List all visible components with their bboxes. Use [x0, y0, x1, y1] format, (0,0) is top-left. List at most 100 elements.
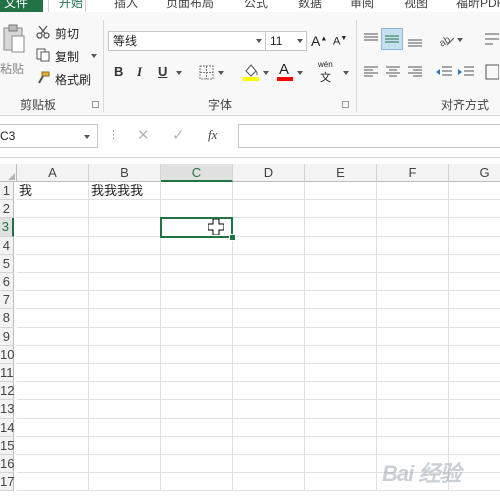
- row-header-13[interactable]: 13: [0, 400, 14, 419]
- cell-g14[interactable]: [449, 419, 500, 437]
- cell-e14[interactable]: [305, 418, 377, 437]
- cell-f13[interactable]: [377, 400, 449, 419]
- cell-f6[interactable]: [377, 273, 449, 292]
- fill-handle[interactable]: [229, 233, 236, 241]
- row-header-2[interactable]: 2: [0, 200, 14, 219]
- cell-g7[interactable]: [449, 291, 500, 310]
- cell-d12[interactable]: [233, 382, 305, 401]
- cell-c10[interactable]: [161, 345, 233, 364]
- cell-d17[interactable]: [233, 473, 305, 492]
- clipboard-launcher-icon[interactable]: [92, 101, 99, 108]
- cell-e13[interactable]: [305, 400, 377, 419]
- cell-f5[interactable]: [377, 254, 449, 273]
- cell-d3[interactable]: [233, 218, 305, 237]
- font-name-dropdown[interactable]: [253, 32, 265, 50]
- row-header-6[interactable]: 6: [0, 273, 14, 292]
- borders-dropdown-icon[interactable]: [218, 71, 224, 75]
- cell-c7[interactable]: [161, 291, 233, 310]
- tab-file[interactable]: 文件: [0, 0, 43, 12]
- orientation-icon[interactable]: ab: [437, 31, 455, 47]
- cell-a8[interactable]: [17, 309, 89, 328]
- cell-c2[interactable]: [161, 200, 233, 219]
- cell-g2[interactable]: [449, 200, 500, 219]
- cell-c13[interactable]: [161, 400, 233, 419]
- align-middle-button[interactable]: [381, 28, 403, 50]
- cell-c4[interactable]: [161, 236, 233, 255]
- cell-b3[interactable]: [89, 218, 161, 237]
- select-all-button[interactable]: [0, 164, 17, 182]
- cell-d8[interactable]: [233, 309, 305, 328]
- increase-font-size-button[interactable]: A▲: [310, 32, 328, 50]
- row-header-14[interactable]: 14: [0, 418, 14, 437]
- fill-color-dropdown-icon[interactable]: [263, 71, 269, 75]
- font-launcher-icon[interactable]: [342, 101, 349, 108]
- cell-c15[interactable]: [161, 436, 233, 455]
- cell-g6[interactable]: [449, 273, 500, 292]
- cell-a10[interactable]: [17, 345, 89, 364]
- font-size-select[interactable]: 11: [265, 31, 307, 51]
- cell-d13[interactable]: [233, 400, 305, 419]
- decrease-indent-icon[interactable]: [435, 65, 453, 79]
- align-left-icon[interactable]: [363, 66, 379, 78]
- phonetic-button[interactable]: wén 文: [316, 60, 342, 84]
- column-header-e[interactable]: E: [305, 164, 377, 182]
- cell-b2[interactable]: [89, 200, 161, 219]
- cell-c12[interactable]: [161, 382, 233, 401]
- cell-a16[interactable]: [17, 455, 89, 474]
- cell-d6[interactable]: [233, 273, 305, 292]
- font-name-select[interactable]: 等线: [108, 31, 266, 51]
- row-header-11[interactable]: 11: [0, 364, 14, 383]
- row-header-9[interactable]: 9: [0, 327, 14, 346]
- cell-b11[interactable]: [89, 364, 161, 383]
- underline-button[interactable]: U: [158, 64, 167, 79]
- cut-button[interactable]: 剪切: [36, 24, 96, 42]
- column-header-f[interactable]: F: [377, 164, 449, 182]
- row-header-10[interactable]: 10: [0, 345, 14, 364]
- cell-b12[interactable]: [89, 382, 161, 401]
- italic-button[interactable]: I: [137, 64, 142, 80]
- row-header-16[interactable]: 16: [0, 455, 14, 474]
- cell-f12[interactable]: [377, 382, 449, 401]
- decrease-font-size-button[interactable]: A▼: [332, 32, 350, 50]
- font-color-dropdown-icon[interactable]: [297, 71, 303, 75]
- cell-d9[interactable]: [233, 327, 305, 346]
- cell-a5[interactable]: [17, 254, 89, 273]
- cell-c11[interactable]: [161, 364, 233, 383]
- enter-icon[interactable]: ✓: [172, 126, 185, 144]
- cell-f2[interactable]: [377, 200, 449, 219]
- font-size-dropdown[interactable]: [294, 32, 306, 50]
- cell-c1[interactable]: [161, 182, 233, 201]
- cell-d2[interactable]: [233, 200, 305, 219]
- cell-a6[interactable]: [17, 273, 89, 292]
- cell-f1[interactable]: [377, 182, 449, 201]
- tab-insert[interactable]: 插入: [114, 0, 138, 12]
- column-header-g[interactable]: G: [449, 164, 500, 182]
- cell-a14[interactable]: [17, 418, 89, 437]
- cell-a9[interactable]: [17, 327, 89, 346]
- row-header-7[interactable]: 7: [0, 291, 14, 310]
- cell-d5[interactable]: [233, 254, 305, 273]
- align-center-icon[interactable]: [385, 66, 401, 78]
- cell-f10[interactable]: [377, 345, 449, 364]
- cell-d15[interactable]: [233, 436, 305, 455]
- cell-g9[interactable]: [449, 328, 500, 346]
- tab-foxit-pdf[interactable]: 福昕PDF: [456, 0, 500, 12]
- row-header-15[interactable]: 15: [0, 436, 14, 455]
- cell-d11[interactable]: [233, 364, 305, 383]
- borders-icon[interactable]: [199, 65, 214, 80]
- cell-g11[interactable]: [449, 364, 500, 383]
- row-header-5[interactable]: 5: [0, 254, 14, 273]
- cell-c16[interactable]: [161, 455, 233, 474]
- cell-e15[interactable]: [305, 436, 377, 455]
- cell-g8[interactable]: [449, 309, 500, 328]
- cell-d10[interactable]: [233, 345, 305, 364]
- underline-dropdown-icon[interactable]: [176, 71, 182, 75]
- cell-e9[interactable]: [305, 327, 377, 346]
- align-right-icon[interactable]: [407, 66, 423, 78]
- cell-b16[interactable]: [89, 455, 161, 474]
- formula-input[interactable]: [238, 124, 500, 148]
- column-header-b[interactable]: B: [89, 164, 161, 182]
- cell-e5[interactable]: [305, 254, 377, 273]
- cell-e16[interactable]: [305, 455, 377, 474]
- cell-d1[interactable]: [233, 182, 305, 201]
